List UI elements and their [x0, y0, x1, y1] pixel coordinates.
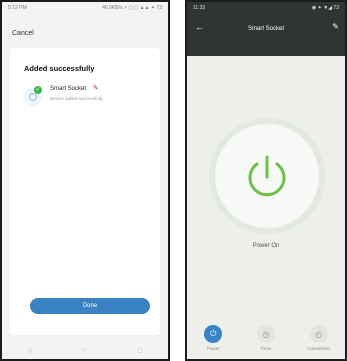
device-name: Smart Socket: [50, 86, 87, 92]
right-phone-screen: 11:33 ◉ ✦ ▼◢ 73 ← Smart Socket ✎ Power O…: [185, 0, 347, 361]
power-status-text: Power On: [252, 243, 280, 249]
tab-label: Countdown: [307, 346, 331, 351]
result-card: Added successfully ✓ Smart Socket ✎ Devi…: [10, 48, 160, 335]
status-bar: 5:12 PM 46.0KB/s ⚡ ▢▢ ▲▲ ✦ 73: [2, 2, 168, 14]
tab-label: Power: [206, 346, 220, 351]
power-icon: ⏻: [204, 325, 223, 343]
power-button[interactable]: [215, 124, 319, 228]
tab-label: Timer: [260, 346, 272, 351]
device-subtitle: Device added successfully: [50, 96, 104, 101]
bottom-tab-bar: ⏻ Power ◷ Timer ◴ Countdown: [187, 315, 345, 359]
nav-recents-icon[interactable]: ▢: [137, 347, 143, 354]
status-indicators: ◉ ✦ ▼◢ 73: [311, 5, 339, 11]
timer-icon: ◷: [256, 325, 275, 343]
status-indicators: 46.0KB/s ⚡ ▢▢ ▲▲ ✦ 73: [102, 5, 162, 11]
system-nav-bar: ◁ ○ ▢: [2, 341, 168, 359]
nav-back-icon[interactable]: ◁: [27, 347, 32, 354]
countdown-icon: ◴: [309, 325, 328, 343]
status-time: 11:33: [193, 5, 206, 11]
tab-power[interactable]: ⏻ Power: [193, 325, 233, 351]
cancel-button[interactable]: Cancel: [12, 30, 34, 37]
power-icon: [248, 155, 286, 197]
nav-home-icon[interactable]: ○: [83, 347, 87, 353]
pencil-icon[interactable]: ✎: [332, 22, 339, 31]
screen-title: Smart Socket: [247, 26, 284, 32]
pencil-icon[interactable]: ✎: [93, 84, 99, 92]
tab-countdown[interactable]: ◴ Countdown: [299, 325, 339, 351]
status-bar: 11:33 ◉ ✦ ▼◢ 73: [187, 2, 345, 14]
tab-timer[interactable]: ◷ Timer: [246, 325, 286, 351]
left-phone-screen: 5:12 PM 46.0KB/s ⚡ ▢▢ ▲▲ ✦ 73 Cancel Add…: [0, 0, 170, 361]
plug-icon: ✓: [24, 86, 42, 106]
app-header: 11:33 ◉ ✦ ▼◢ 73 ← Smart Socket ✎: [187, 2, 345, 56]
added-title: Added successfully: [24, 64, 95, 73]
done-button[interactable]: Done: [30, 298, 150, 314]
plug-outline: [29, 93, 37, 101]
check-icon: ✓: [34, 86, 42, 94]
status-time: 5:12 PM: [8, 5, 27, 11]
